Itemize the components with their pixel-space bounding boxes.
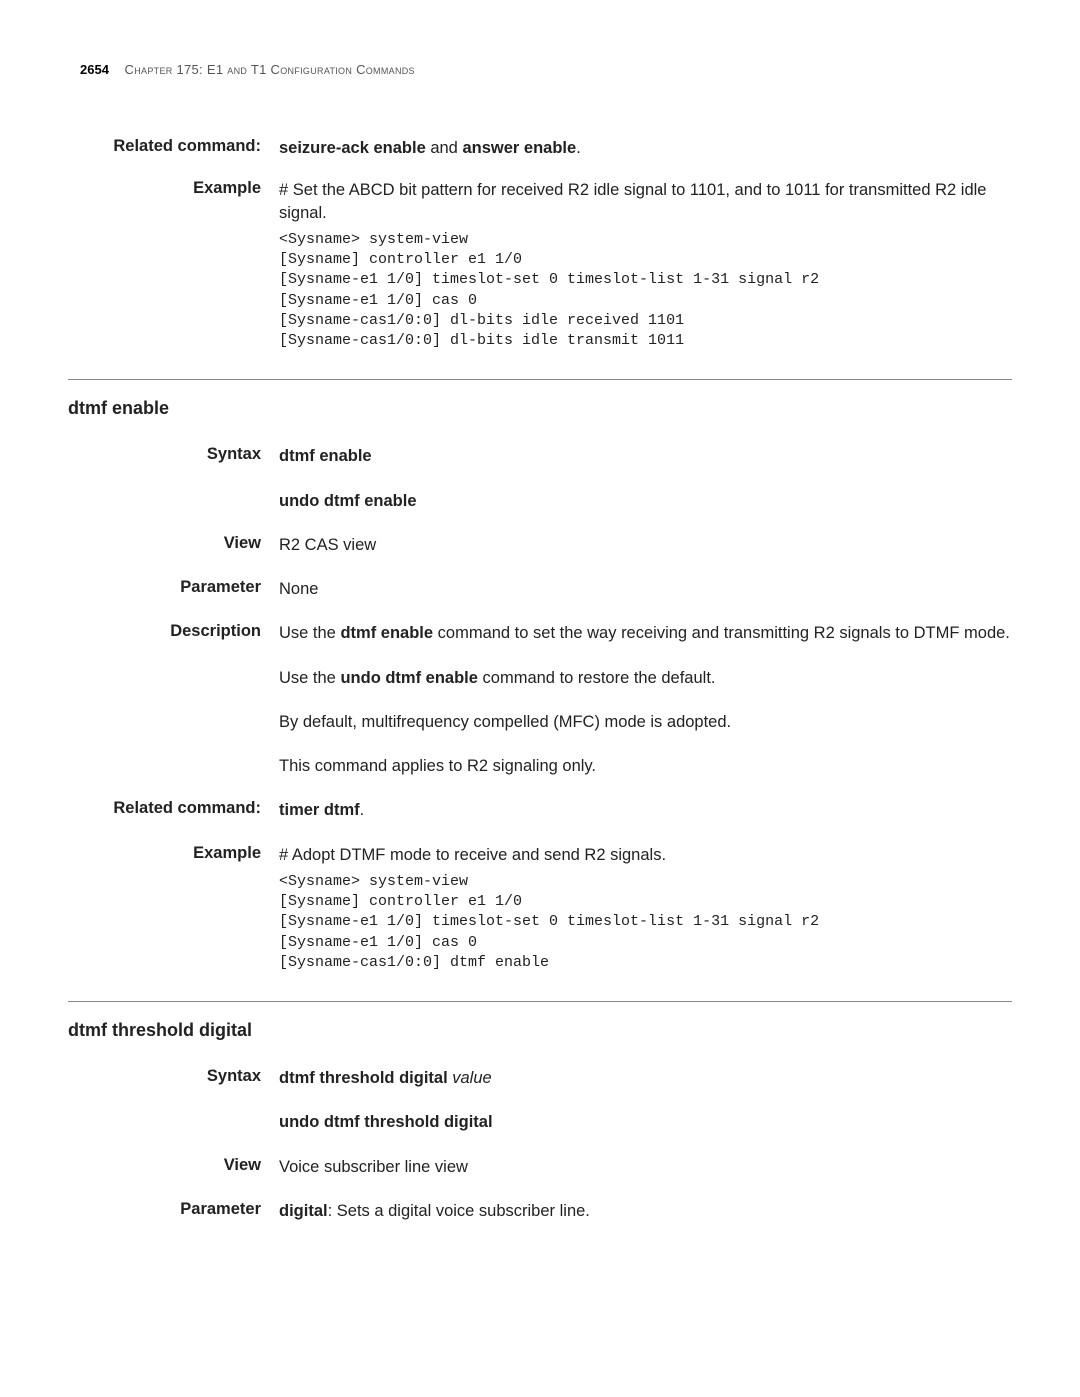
page-header: 2654 Chapter 175: E1 and T1 Configuratio… (68, 62, 1012, 77)
related-cmd-bold-2: timer dtmf (279, 801, 360, 819)
syntax-row-2: Syntax dtmf enable undo dtmf enable (68, 445, 1012, 512)
desc-p1-bold: dtmf enable (340, 624, 433, 642)
related-command-label-2: Related command: (68, 799, 279, 821)
related-command-row-2: Related command: timer dtmf. (68, 799, 1012, 821)
chapter-title: Chapter 175: E1 and T1 Configuration Com… (125, 62, 415, 77)
example-content-2: # Adopt DTMF mode to receive and send R2… (279, 844, 1012, 974)
syntax-line1-bold-3: dtmf threshold digital (279, 1069, 452, 1087)
example-row-2: Example # Adopt DTMF mode to receive and… (68, 844, 1012, 974)
related-command-row-1: Related command: seizure-ack enable and … (68, 137, 1012, 159)
desc-p2: Use the undo dtmf enable command to rest… (279, 667, 1012, 689)
syntax-line1-3: dtmf threshold digital value (279, 1067, 1012, 1089)
view-row-3: View Voice subscriber line view (68, 1156, 1012, 1178)
related-cmd-end-2: . (360, 801, 365, 819)
syntax-line2-3: undo dtmf threshold digital (279, 1111, 1012, 1133)
syntax-label-3: Syntax (68, 1067, 279, 1134)
divider-2 (68, 1001, 1012, 1002)
code-block-1: <Sysname> system-view [Sysname] controll… (279, 230, 1012, 352)
related-command-content: seizure-ack enable and answer enable. (279, 137, 1012, 159)
code-block-2: <Sysname> system-view [Sysname] controll… (279, 872, 1012, 973)
parameter-bold-3: digital (279, 1202, 328, 1220)
example-intro-1: # Set the ABCD bit pattern for received … (279, 179, 1012, 224)
example-label-1: Example (68, 179, 279, 351)
parameter-label-3: Parameter (68, 1200, 279, 1222)
related-cmd-mid: and (426, 139, 463, 157)
section-title-dtmf-enable: dtmf enable (68, 398, 1012, 419)
parameter-row-3: Parameter digital: Sets a digital voice … (68, 1200, 1012, 1222)
syntax-line1-italic-3: value (452, 1069, 491, 1087)
parameter-content-3: digital: Sets a digital voice subscriber… (279, 1200, 1012, 1222)
related-command-label: Related command: (68, 137, 279, 159)
description-row-2: Description Use the dtmf enable command … (68, 622, 1012, 777)
desc-p1-pre: Use the (279, 624, 340, 642)
divider-1 (68, 379, 1012, 380)
desc-p2-pre: Use the (279, 669, 340, 687)
desc-p2-post: command to restore the default. (478, 669, 716, 687)
section-title-dtmf-threshold: dtmf threshold digital (68, 1020, 1012, 1041)
desc-p2-bold: undo dtmf enable (340, 669, 478, 687)
syntax-content-3: dtmf threshold digital value undo dtmf t… (279, 1067, 1012, 1134)
related-cmd-end: . (576, 139, 581, 157)
desc-p1: Use the dtmf enable command to set the w… (279, 622, 1012, 644)
related-cmd-1: seizure-ack enable (279, 139, 426, 157)
description-content-2: Use the dtmf enable command to set the w… (279, 622, 1012, 777)
related-command-content-2: timer dtmf. (279, 799, 1012, 821)
example-row-1: Example # Set the ABCD bit pattern for r… (68, 179, 1012, 351)
view-content-2: R2 CAS view (279, 534, 1012, 556)
parameter-row-2: Parameter None (68, 578, 1012, 600)
related-cmd-2: answer enable (462, 139, 576, 157)
desc-p4: This command applies to R2 signaling onl… (279, 755, 1012, 777)
page-number: 2654 (80, 62, 109, 77)
syntax-label-2: Syntax (68, 445, 279, 512)
example-content-1: # Set the ABCD bit pattern for received … (279, 179, 1012, 351)
example-intro-2: # Adopt DTMF mode to receive and send R2… (279, 844, 1012, 866)
example-label-2: Example (68, 844, 279, 974)
view-row-2: View R2 CAS view (68, 534, 1012, 556)
desc-p1-post: command to set the way receiving and tra… (433, 624, 1010, 642)
view-label-2: View (68, 534, 279, 556)
syntax-row-3: Syntax dtmf threshold digital value undo… (68, 1067, 1012, 1134)
page-container: 2654 Chapter 175: E1 and T1 Configuratio… (0, 0, 1080, 1222)
parameter-label-2: Parameter (68, 578, 279, 600)
view-label-3: View (68, 1156, 279, 1178)
parameter-text-3: : Sets a digital voice subscriber line. (328, 1202, 590, 1220)
desc-p3: By default, multifrequency compelled (MF… (279, 711, 1012, 733)
parameter-content-2: None (279, 578, 1012, 600)
description-label-2: Description (68, 622, 279, 777)
syntax-content-2: dtmf enable undo dtmf enable (279, 445, 1012, 512)
syntax-line1-2: dtmf enable (279, 445, 1012, 467)
view-content-3: Voice subscriber line view (279, 1156, 1012, 1178)
syntax-line2-2: undo dtmf enable (279, 490, 1012, 512)
